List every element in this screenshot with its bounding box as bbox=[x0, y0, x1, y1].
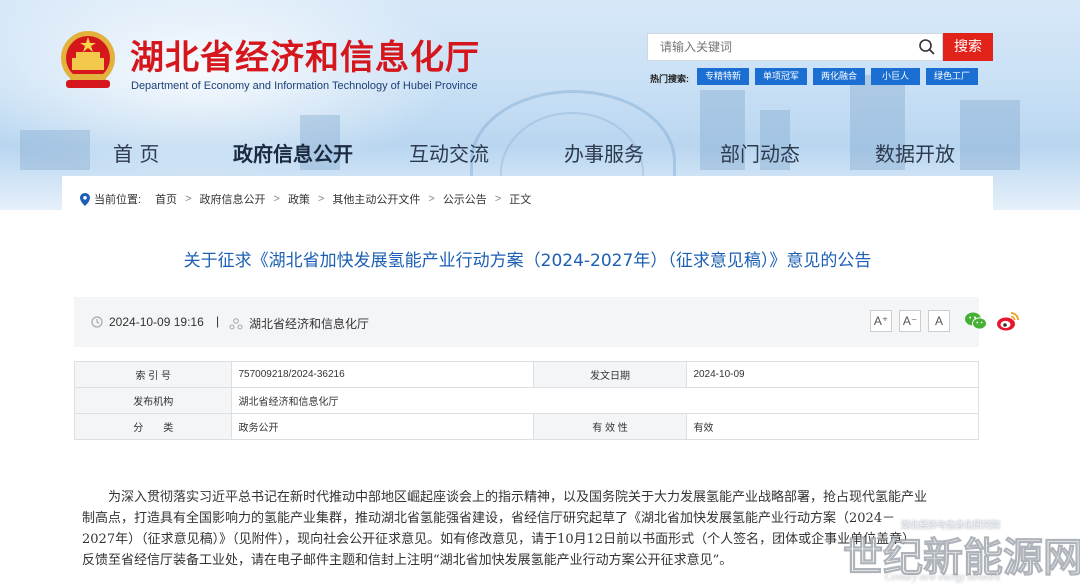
breadcrumb-prefix: 当前位置: bbox=[94, 194, 142, 206]
national-emblem-icon bbox=[61, 31, 115, 88]
hot-tag[interactable]: 专精特新 bbox=[697, 68, 750, 85]
watermark: 湖北经济与信息化研究院 世纪新能源网 Century new energy ne… bbox=[843, 515, 1080, 588]
publish-source-text: 湖北省经济和信息化厅 bbox=[249, 317, 370, 331]
index-number-label: 索 引 号 bbox=[73, 361, 233, 388]
category-value: 政务公开 bbox=[231, 413, 534, 440]
nav-item-home[interactable]: 首 页 bbox=[113, 138, 159, 167]
breadcrumb-separator: > bbox=[185, 193, 192, 205]
index-number-value: 757009218/2024-36216 bbox=[231, 361, 534, 388]
table-row: 发布机构 湖北省经济和信息化厅 bbox=[73, 387, 979, 414]
site-subtitle-en: Department of Economy and Information Te… bbox=[131, 80, 478, 92]
category-label: 分 类 bbox=[73, 413, 233, 440]
breadcrumb-separator: > bbox=[494, 193, 502, 205]
nav-item-gov-info[interactable]: 政府信息公开 bbox=[233, 138, 353, 167]
table-row: 分 类 政务公开 有 效 性 有效 bbox=[73, 413, 979, 440]
hot-tag[interactable]: 两化融合 bbox=[813, 68, 866, 85]
wechat-icon[interactable] bbox=[964, 310, 988, 332]
breadcrumb-separator: > bbox=[317, 193, 325, 205]
breadcrumb-link-policy[interactable]: 政策 bbox=[288, 191, 310, 207]
nav-item-services[interactable]: 办事服务 bbox=[564, 138, 644, 167]
watermark-english-text: Century new energy network bbox=[885, 572, 1000, 583]
breadcrumb-link-other-docs[interactable]: 其他主动公开文件 bbox=[332, 191, 420, 207]
breadcrumb-separator: > bbox=[273, 193, 280, 205]
hot-search-tags: 专精特新 单项冠军 两化融合 小巨人 绿色工厂 bbox=[697, 68, 979, 85]
weibo-icon[interactable] bbox=[996, 310, 1020, 332]
breadcrumb-current: 正文 bbox=[509, 194, 532, 206]
search-button[interactable]: 搜索 bbox=[943, 33, 993, 61]
font-size-decrease-button[interactable]: A⁻ bbox=[899, 310, 921, 332]
breadcrumb-link-home[interactable]: 首页 bbox=[155, 191, 177, 207]
nav-item-interaction[interactable]: 互动交流 bbox=[409, 138, 489, 167]
publisher-label: 发布机构 bbox=[73, 387, 233, 414]
breadcrumb-separator: > bbox=[428, 193, 435, 205]
issue-date-label: 发文日期 bbox=[532, 361, 688, 388]
breadcrumb-link-notices[interactable]: 公示公告 bbox=[443, 191, 487, 207]
meta-divider: | bbox=[216, 314, 220, 328]
nav-item-open-data[interactable]: 数据开放 bbox=[875, 138, 955, 167]
publish-date: 2024-10-09 19:16 bbox=[91, 315, 204, 329]
hot-search-label: 热门搜索: bbox=[650, 74, 689, 84]
location-pin-icon bbox=[80, 192, 90, 206]
article-body-paragraph: 为深入贯彻落实习近平总书记在新时代推动中部地区崛起座谈会上的指示精神，以及国务院… bbox=[82, 490, 928, 568]
font-size-increase-button[interactable]: A⁺ bbox=[870, 310, 892, 332]
publisher-value: 湖北省经济和信息化厅 bbox=[231, 387, 979, 414]
hot-tag[interactable]: 绿色工厂 bbox=[926, 68, 979, 85]
table-row: 索 引 号 757009218/2024-36216 发文日期 2024-10-… bbox=[73, 361, 979, 388]
breadcrumb: 当前位置: 首页 > 政府信息公开 > 政策 > 其他主动公开文件 > 公示公告… bbox=[80, 191, 531, 207]
article-meta-bar: 2024-10-09 19:16 | 湖北省经济和信息化厅 A⁺ A⁻ A bbox=[74, 297, 1019, 347]
breadcrumb-link-gov-info[interactable]: 政府信息公开 bbox=[200, 191, 266, 207]
validity-label: 有 效 性 bbox=[532, 413, 688, 440]
nav-item-news[interactable]: 部门动态 bbox=[720, 138, 800, 167]
hot-tag[interactable]: 单项冠军 bbox=[755, 68, 808, 85]
article-title: 关于征求《湖北省加快发展氢能产业行动方案（2024-2027年）（征求意见稿）》… bbox=[183, 251, 872, 271]
issue-date-value: 2024-10-09 bbox=[686, 361, 979, 388]
publish-date-text: 2024-10-09 19:16 bbox=[109, 315, 204, 329]
font-size-reset-button[interactable]: A bbox=[928, 310, 950, 332]
search-box bbox=[647, 33, 943, 61]
site-title[interactable]: 湖北省经济和信息化厅 bbox=[130, 30, 480, 79]
search-icon[interactable] bbox=[918, 38, 936, 56]
hot-tag[interactable]: 小巨人 bbox=[871, 68, 921, 85]
publish-source: 湖北省经济和信息化厅 bbox=[229, 315, 369, 332]
validity-value: 有效 bbox=[686, 413, 979, 440]
clock-icon bbox=[91, 316, 103, 328]
search-input[interactable] bbox=[648, 34, 922, 60]
main-nav: 首 页 政府信息公开 互动交流 办事服务 部门动态 数据开放 bbox=[0, 132, 1080, 172]
organization-icon bbox=[229, 317, 243, 330]
document-info-table: 索 引 号 757009218/2024-36216 发文日期 2024-10-… bbox=[73, 361, 979, 440]
